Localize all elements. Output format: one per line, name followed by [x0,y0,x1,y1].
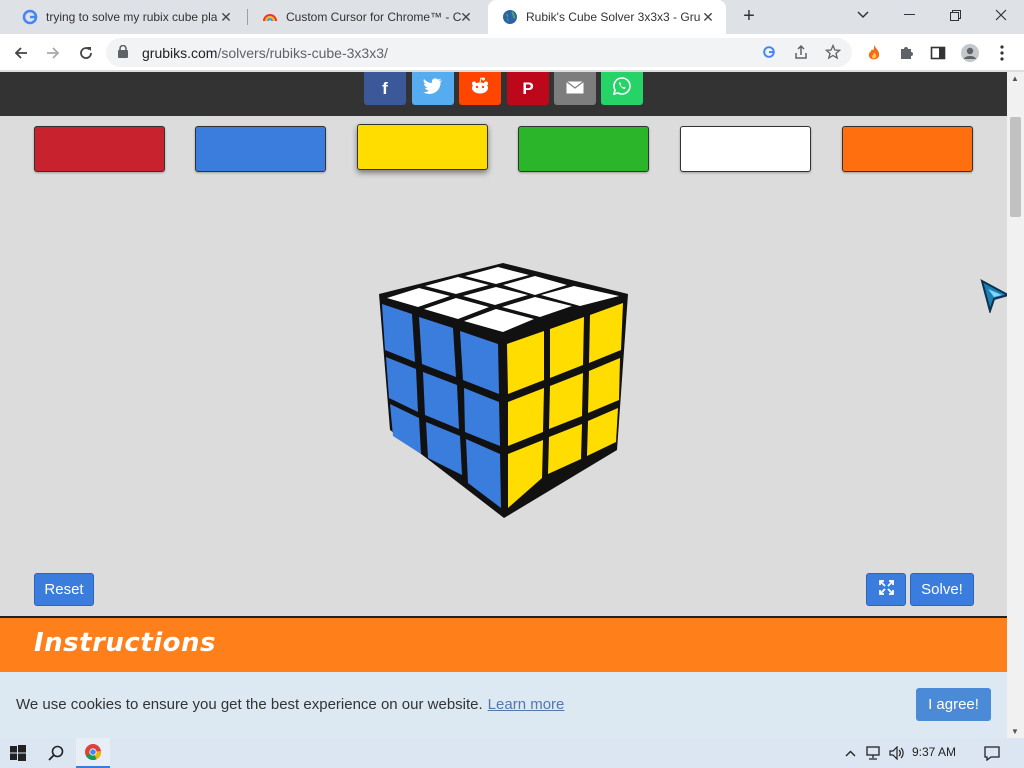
color-swatch-green[interactable] [518,126,649,172]
globe-icon [502,9,518,25]
tab-google-search[interactable]: trying to solve my rubix cube pla ✕ [8,0,244,34]
color-swatch-red[interactable] [34,126,165,172]
side-panel-icon[interactable] [927,42,949,64]
forward-arrow-icon[interactable] [40,40,66,66]
tab-custom-cursor[interactable]: Custom Cursor for Chrome™ - Ch ✕ [248,0,484,34]
whatsapp-share-button[interactable] [601,72,643,105]
profile-avatar-icon[interactable] [959,42,981,64]
fire-extension-icon[interactable] [863,42,885,64]
email-icon [566,79,584,99]
windows-start-icon[interactable] [0,738,36,768]
color-swatch-white[interactable] [680,126,811,172]
scroll-down-arrow-icon[interactable]: ▼ [1011,727,1019,736]
chevron-up-icon[interactable] [840,738,860,768]
windows-taskbar: 9:37 AM [0,738,1024,768]
reset-button[interactable]: Reset [34,573,94,606]
share-bar: f P [0,72,1007,116]
extensions-puzzle-icon[interactable] [895,42,917,64]
color-swatch-blue[interactable] [195,126,326,172]
google-icon [22,9,38,25]
color-swatch-yellow[interactable] [357,124,488,170]
solve-button[interactable]: Solve! [910,573,974,606]
reload-icon[interactable] [73,40,99,66]
tab-title: Custom Cursor for Chrome™ - Ch [286,10,461,24]
google-lens-icon[interactable] [758,41,780,63]
whatsapp-icon [612,76,632,101]
url-text: grubiks.com/solvers/rubiks-cube-3x3x3/ [142,45,388,61]
web-page: f P Reset Solve! Instructions We use coo… [0,72,1007,738]
scroll-up-arrow-icon[interactable]: ▲ [1011,74,1019,83]
search-icon[interactable] [38,738,74,768]
share-icon[interactable] [790,41,812,63]
rainbow-icon [262,9,278,25]
bookmark-star-icon[interactable] [822,41,844,63]
scrollbar-thumb[interactable] [1010,117,1021,217]
rubiks-cube-3d-view[interactable] [370,258,640,522]
color-swatch-orange[interactable] [842,126,973,172]
page-scrollbar[interactable]: ▲ ▼ [1007,72,1024,738]
close-icon[interactable]: ✕ [700,9,716,25]
cookie-banner: We use cookies to ensure you get the bes… [0,672,1007,738]
chrome-taskbar-icon[interactable] [76,738,110,768]
taskbar-clock[interactable]: 9:37 AM [912,745,956,759]
tab-title: Rubik's Cube Solver 3x3x3 - Grub [526,10,701,24]
instructions-heading: Instructions [34,628,217,658]
tab-search-chevron-icon[interactable] [840,0,886,30]
reddit-icon [470,77,490,100]
back-arrow-icon[interactable] [8,40,34,66]
network-icon[interactable] [862,738,884,768]
instructions-section: Instructions [0,616,1007,672]
twitter-icon [423,78,443,99]
browser-toolbar: grubiks.com/solvers/rubiks-cube-3x3x3/ [0,34,1024,71]
menu-kebab-icon[interactable] [991,42,1013,64]
close-window-button[interactable] [978,0,1024,30]
lock-icon [118,45,128,58]
cookie-message: We use cookies to ensure you get the bes… [16,696,565,713]
custom-cursor-icon [980,279,1007,313]
facebook-share-button[interactable]: f [364,72,406,105]
email-share-button[interactable] [554,72,596,105]
facebook-icon: f [382,78,388,98]
expand-icon [878,580,894,599]
new-tab-button[interactable]: + [737,4,761,28]
restore-button[interactable] [932,0,978,30]
tab-rubiks-solver[interactable]: Rubik's Cube Solver 3x3x3 - Grub ✕ [488,0,726,34]
agree-button[interactable]: I agree! [916,688,991,721]
volume-icon[interactable] [886,738,908,768]
pinterest-share-button[interactable]: P [507,72,549,105]
fullscreen-button[interactable] [866,573,906,606]
close-icon[interactable]: ✕ [218,9,234,25]
pinterest-icon: P [522,78,534,98]
address-bar[interactable]: grubiks.com/solvers/rubiks-cube-3x3x3/ [106,38,852,67]
tab-strip: trying to solve my rubix cube pla ✕ Cust… [0,0,1024,34]
reddit-share-button[interactable] [459,72,501,105]
minimize-button[interactable] [886,0,932,30]
learn-more-link[interactable]: Learn more [488,696,565,713]
notification-icon[interactable] [980,738,1004,768]
tab-title: trying to solve my rubix cube pla [46,10,218,24]
close-icon[interactable]: ✕ [458,9,474,25]
twitter-share-button[interactable] [412,72,454,105]
